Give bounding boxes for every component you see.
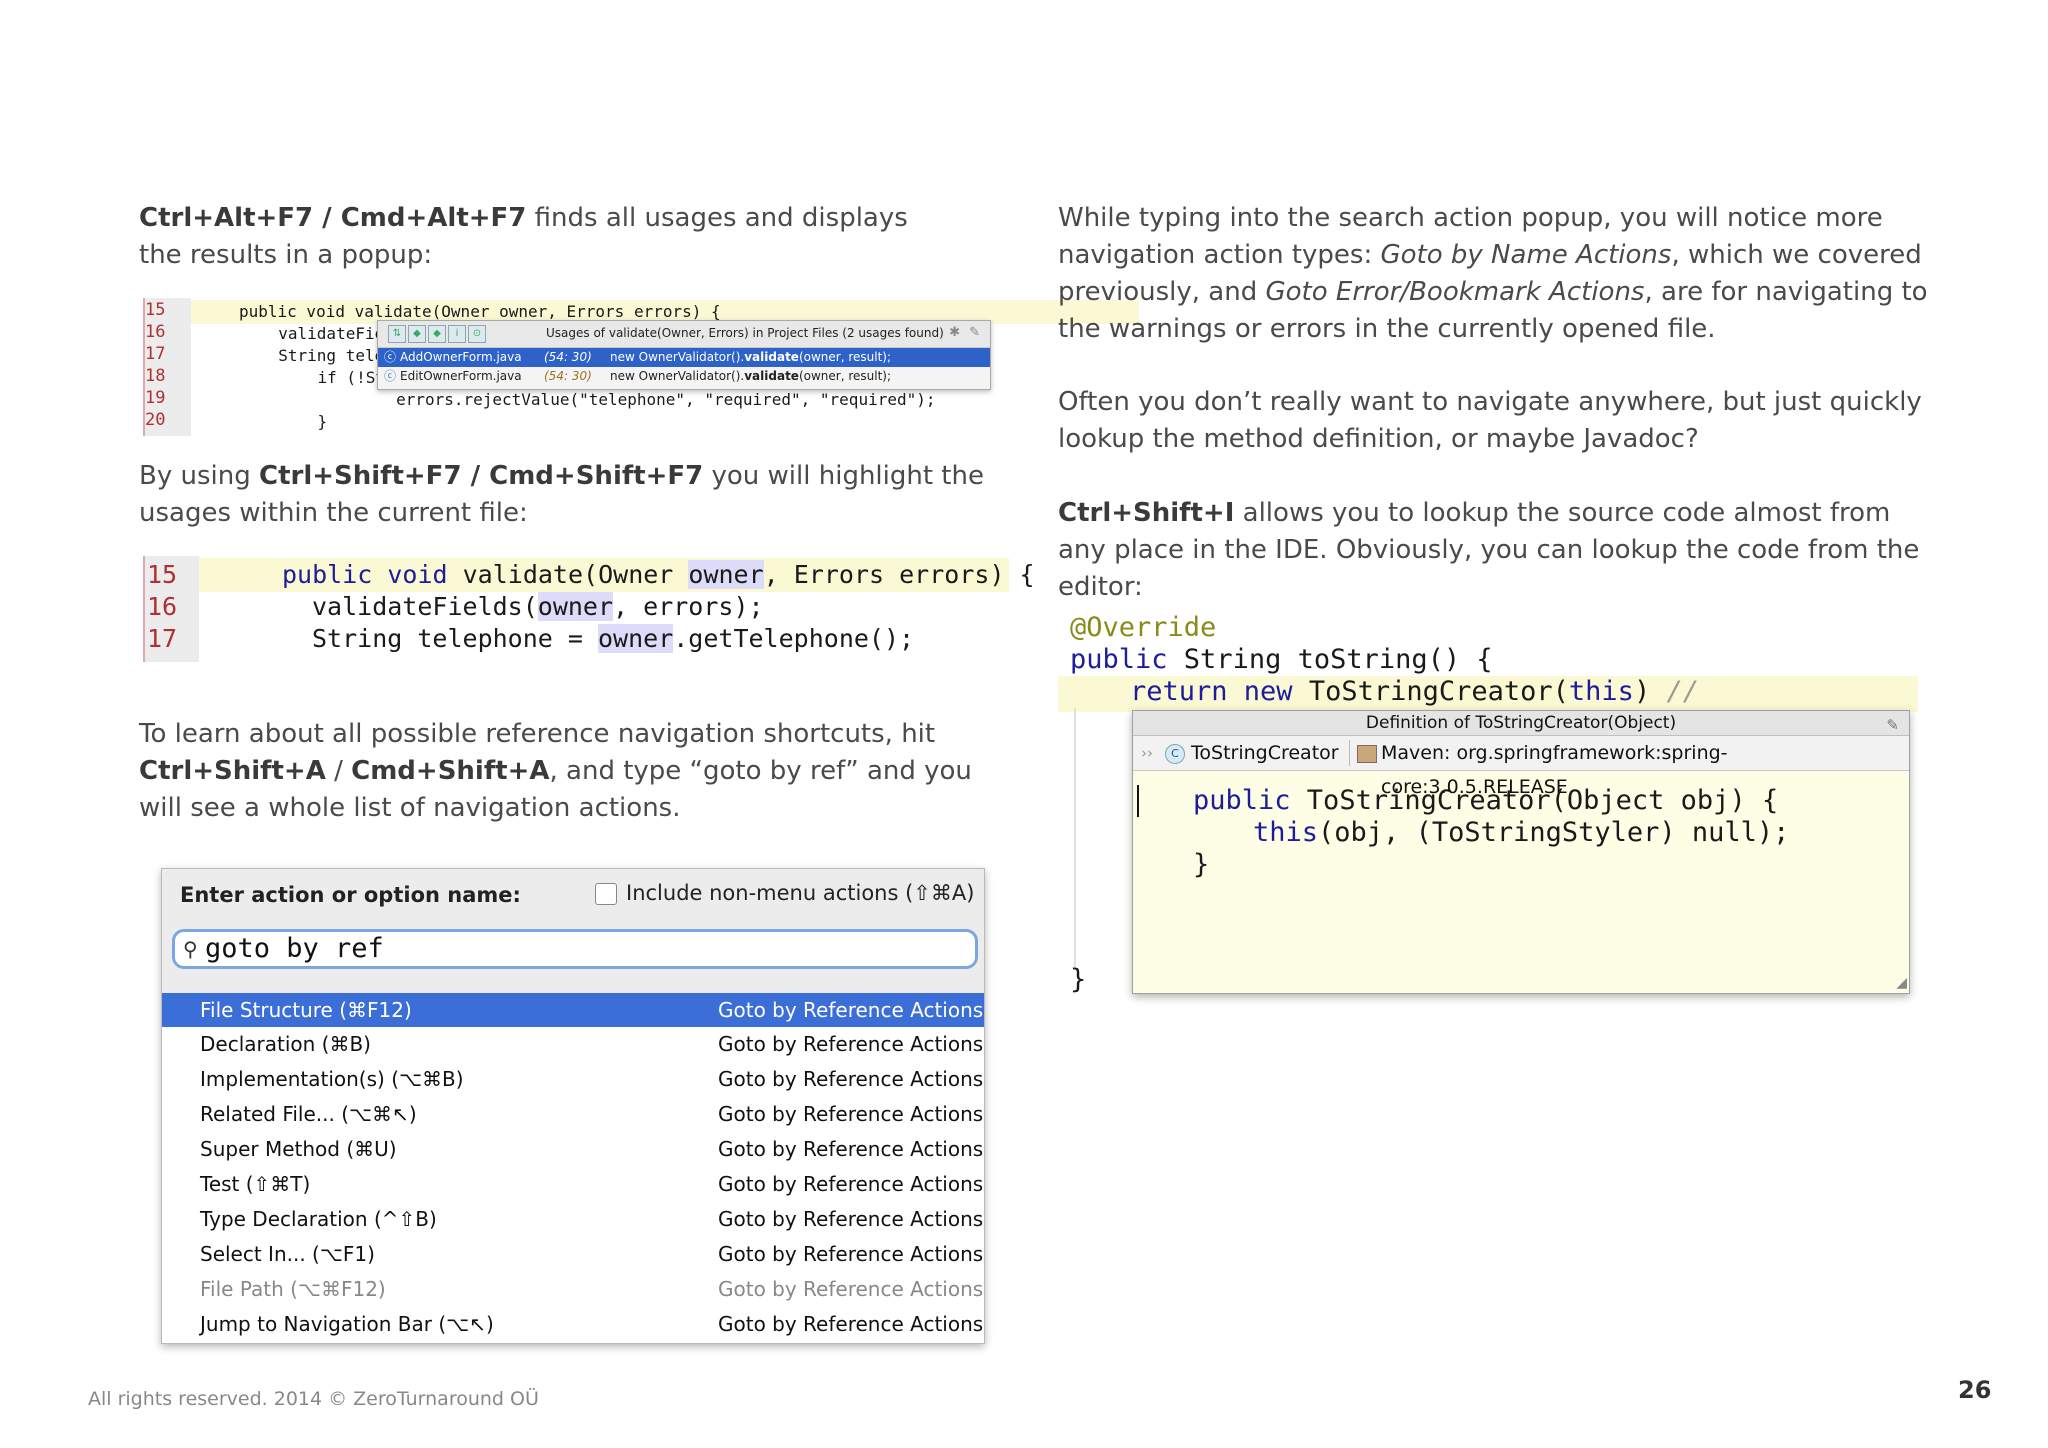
quick-definition-screenshot: @Override public String toString() { ret… — [1058, 608, 1918, 1008]
search-icon: ⚲ — [183, 937, 198, 961]
paragraph-quick-lookup: Often you don’t really want to navigate … — [1058, 387, 1922, 454]
usage-highlight: owner — [688, 560, 764, 589]
paragraph-find-usages: Ctrl+Alt+F7 / Cmd+Alt+F7 finds all usage… — [139, 203, 908, 270]
usages-popup-screenshot: 15 16 17 18 19 20 public void validate(O… — [139, 298, 1139, 436]
action-result-row[interactable]: File Path (⌥⌘F12) Goto by Reference Actio… — [162, 1272, 984, 1306]
usages-popup: ⇅ ◆ ◆ i ⊙ Usages of validate(Owner, Erro… — [377, 320, 991, 390]
action-result-row[interactable]: File Structure (⌘F12) Goto by Reference A… — [162, 993, 984, 1027]
shortcut-quick-definition: Ctrl+Shift+I — [1058, 498, 1235, 528]
action-result-list: File Structure (⌘F12) Goto by Reference A… — [162, 993, 984, 1343]
code-line: public void validate(Owner owner, Errors… — [239, 302, 721, 321]
class-icon: C — [1165, 744, 1185, 764]
include-non-menu-label: Include non-menu actions (⇧⌘A) — [626, 881, 975, 905]
navigate-next-icon[interactable]: ◆ — [408, 325, 426, 343]
line-number: 15 — [147, 560, 178, 589]
text-caret — [1137, 785, 1139, 817]
code-line: } — [1070, 964, 1087, 995]
code-line: validateFie — [259, 324, 385, 343]
line-number: 16 — [147, 592, 178, 621]
usages-popup-toolbar: ⇅ ◆ ◆ i ⊙ Usages of validate(Owner, Erro… — [378, 321, 990, 348]
action-result-row[interactable]: Declaration (⌘B) Goto by Reference Action… — [162, 1027, 984, 1061]
library-jar-icon — [1357, 745, 1377, 763]
code-line: public ToStringCreator(Object obj) { — [1193, 785, 1779, 816]
action-result-row[interactable]: Select In... (⌥F1) Goto by Reference Acti… — [162, 1237, 984, 1271]
action-result-row[interactable]: Related File... (⌥⌘↖) Goto by Reference A… — [162, 1097, 984, 1131]
code-line: public String toString() { — [1070, 644, 1493, 675]
code-line: errors.rejectValue("telephone", "require… — [319, 390, 936, 409]
resize-grip-icon[interactable]: ◢ — [1896, 975, 1907, 991]
pin-icon[interactable]: ✎ — [969, 325, 980, 340]
code-line: return new ToStringCreator(this) // — [1130, 676, 1699, 707]
filter-icon[interactable]: ⊙ — [468, 325, 486, 343]
include-non-menu-checkbox[interactable] — [595, 883, 617, 905]
line-number: 18 — [145, 366, 166, 386]
line-number: 17 — [147, 624, 178, 653]
copyright-footer: All rights reserved. 2014 © ZeroTurnarou… — [88, 1388, 539, 1410]
line-number: 20 — [145, 410, 166, 430]
line-number: 17 — [145, 344, 166, 364]
action-result-row[interactable]: Jump to Navigation Bar (⌥↖) Goto by Refer… — [162, 1307, 984, 1341]
line-number: 16 — [145, 322, 166, 342]
class-icon: ⓒ — [384, 369, 397, 383]
code-line: @Override — [1070, 612, 1217, 643]
action-search-input[interactable] — [205, 931, 905, 965]
usage-highlight: owner — [597, 624, 674, 653]
definition-breadcrumb: ›› C ToStringCreator Maven: org.springfr… — [1133, 736, 1909, 798]
code-line: } — [279, 412, 328, 431]
action-search-label: Enter action or option name: — [180, 883, 521, 907]
usage-row[interactable]: ⓒ EditOwnerForm.java (54: 30) new OwnerV… — [378, 367, 990, 386]
info-icon[interactable]: i — [448, 325, 466, 343]
action-search-popup: Enter action or option name: Include non… — [161, 868, 985, 1344]
paragraph-goto-by-ref: To learn about all possible reference na… — [139, 719, 972, 823]
paragraph-highlight-usages: By using Ctrl+Shift+F7 / Cmd+Shift+F7 yo… — [139, 461, 984, 528]
settings-icon[interactable]: ✱ — [949, 325, 960, 340]
paragraph-quick-definition: Ctrl+Shift+I allows you to lookup the so… — [1058, 498, 1920, 602]
action-result-row[interactable]: Type Declaration (^⇧B) Goto by Reference … — [162, 1202, 984, 1236]
chevron-right-icon[interactable]: ›› — [1141, 736, 1153, 770]
action-search-field[interactable]: ⚲ — [172, 929, 978, 969]
paragraph-action-types: While typing into the search action popu… — [1058, 203, 1928, 344]
highlight-usages-screenshot: 15 16 17 public void validate(Owner owne… — [139, 556, 1035, 662]
action-result-row[interactable]: Super Method (⌘U) Goto by Reference Actio… — [162, 1132, 984, 1166]
usage-highlight: owner — [537, 592, 614, 621]
navigate-prev-icon[interactable]: ◆ — [428, 325, 446, 343]
definition-popup-title: Definition of ToStringCreator(Object) ✎ — [1133, 711, 1909, 736]
code-line: validateFields(owner, errors); — [312, 592, 764, 621]
usages-popup-title: Usages of validate(Owner, Errors) in Pro… — [546, 326, 944, 340]
usage-row[interactable]: ⓒ AddOwnerForm.java (54: 30) new OwnerVa… — [378, 348, 990, 367]
line-number: 19 — [145, 388, 166, 408]
code-line: } — [1193, 849, 1210, 880]
page-number: 26 — [1958, 1376, 1992, 1404]
code-line: this(obj, (ToStringStyler) null); — [1253, 817, 1790, 848]
shortcut-find-usages: Ctrl+Alt+F7 / Cmd+Alt+F7 — [139, 203, 527, 233]
action-result-row[interactable]: Implementation(s) (⌥⌘B) Goto by Reference… — [162, 1062, 984, 1096]
pin-icon[interactable]: ✎ — [1886, 713, 1899, 737]
definition-popup: Definition of ToStringCreator(Object) ✎ … — [1132, 710, 1910, 994]
shortcut-highlight-usages: Ctrl+Shift+F7 / Cmd+Shift+F7 — [258, 461, 704, 491]
code-line: public void validate(Owner owner, Errors… — [282, 560, 1035, 589]
action-result-row[interactable]: Test (⇧⌘T) Goto by Reference Actions — [162, 1167, 984, 1201]
line-number: 15 — [145, 300, 166, 320]
code-line: String telephone = owner.getTelephone(); — [312, 624, 915, 653]
code-line: String tele — [259, 346, 385, 365]
class-icon: ⓒ — [384, 350, 397, 364]
group-icon[interactable]: ⇅ — [388, 325, 406, 343]
